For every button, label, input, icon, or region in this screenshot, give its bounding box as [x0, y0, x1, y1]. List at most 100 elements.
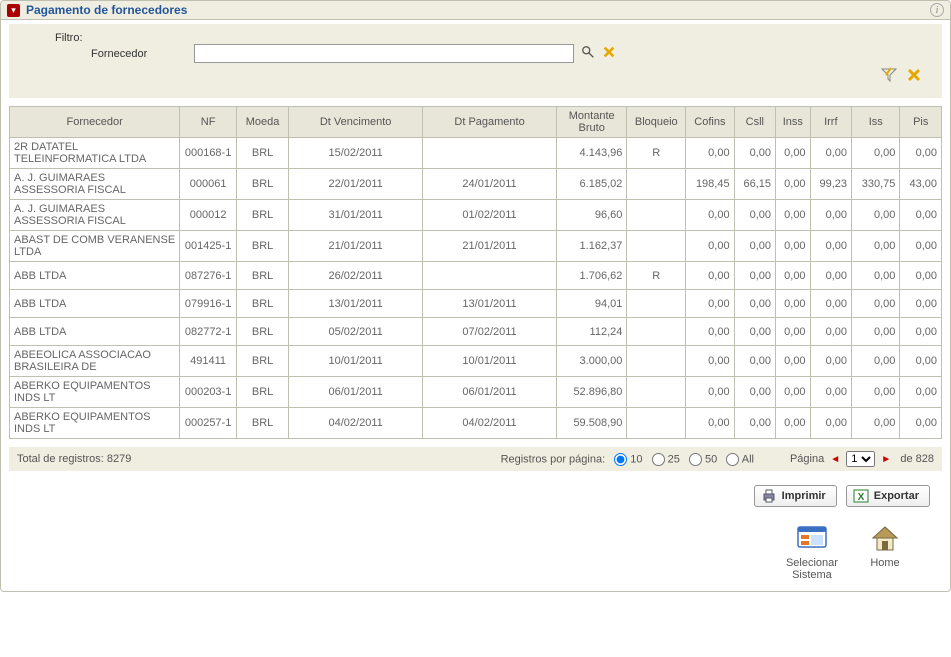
cell-nf: 001425-1	[180, 231, 237, 262]
cell-dt-pagamento: 07/02/2011	[423, 318, 557, 346]
per-page-all-label: All	[742, 453, 754, 465]
per-page-25-radio[interactable]	[652, 453, 665, 466]
export-button-label: Exportar	[874, 490, 919, 502]
reset-filter-icon[interactable]	[906, 67, 922, 86]
col-cofins[interactable]: Cofins	[686, 107, 734, 138]
filter-actions	[49, 63, 932, 90]
cell-dt-vencimento: 15/02/2011	[289, 138, 423, 169]
cell-bloqueio	[627, 290, 686, 318]
col-pis[interactable]: Pis	[900, 107, 942, 138]
supplier-payments-panel: ▾ Pagamento de fornecedores i Filtro: Fo…	[0, 0, 951, 592]
select-system-icon	[796, 523, 828, 555]
cell-nf: 000203-1	[180, 377, 237, 408]
collapse-toggle-icon[interactable]: ▾	[7, 4, 20, 17]
table-row[interactable]: ABERKO EQUIPAMENTOS INDS LT000257-1BRL04…	[10, 408, 942, 439]
cell-cofins: 0,00	[686, 377, 734, 408]
cell-iss: 0,00	[852, 262, 900, 290]
page-select[interactable]: 1	[846, 451, 875, 467]
cell-moeda: BRL	[236, 408, 288, 439]
filter-bar: Filtro: Fornecedor	[9, 24, 942, 98]
cell-iss: 0,00	[852, 377, 900, 408]
print-button-label: Imprimir	[782, 490, 826, 502]
cell-csll: 0,00	[734, 200, 775, 231]
table-row[interactable]: A. J. GUIMARAES ASSESSORIA FISCAL000012B…	[10, 200, 942, 231]
cell-irrf: 0,00	[810, 318, 851, 346]
cell-inss: 0,00	[776, 169, 811, 200]
cell-pis: 0,00	[900, 138, 942, 169]
col-nf[interactable]: NF	[180, 107, 237, 138]
per-page-50-radio[interactable]	[689, 453, 702, 466]
table-row[interactable]: ABAST DE COMB VERANENSE LTDA001425-1BRL2…	[10, 231, 942, 262]
cell-fornecedor: 2R DATATEL TELEINFORMATICA LTDA	[10, 138, 180, 169]
cell-fornecedor: A. J. GUIMARAES ASSESSORIA FISCAL	[10, 169, 180, 200]
cell-cofins: 0,00	[686, 200, 734, 231]
col-irrf[interactable]: Irrf	[810, 107, 851, 138]
printer-icon	[761, 488, 777, 504]
cell-inss: 0,00	[776, 377, 811, 408]
panel-header: ▾ Pagamento de fornecedores i	[1, 1, 950, 20]
supplier-filter-input[interactable]	[194, 44, 574, 63]
cell-montante-bruto: 4.143,96	[557, 138, 627, 169]
cell-cofins: 0,00	[686, 231, 734, 262]
cell-inss: 0,00	[776, 138, 811, 169]
cell-iss: 0,00	[852, 200, 900, 231]
nav-select-system[interactable]: Selecionar Sistema	[777, 523, 847, 581]
next-page-icon[interactable]: ►	[878, 454, 894, 465]
cell-moeda: BRL	[236, 346, 288, 377]
cell-irrf: 0,00	[810, 377, 851, 408]
export-button[interactable]: X Exportar	[846, 485, 930, 507]
cell-moeda: BRL	[236, 200, 288, 231]
apply-filter-icon[interactable]	[881, 67, 897, 86]
filter-field-label: Fornecedor	[91, 48, 191, 60]
col-iss[interactable]: Iss	[852, 107, 900, 138]
col-moeda[interactable]: Moeda	[236, 107, 288, 138]
cell-montante-bruto: 52.896,80	[557, 377, 627, 408]
cell-irrf: 0,00	[810, 200, 851, 231]
col-fornecedor[interactable]: Fornecedor	[10, 107, 180, 138]
cell-cofins: 0,00	[686, 408, 734, 439]
table-row[interactable]: ABB LTDA082772-1BRL05/02/201107/02/20111…	[10, 318, 942, 346]
action-buttons: Imprimir X Exportar	[1, 479, 950, 513]
cell-dt-pagamento: 21/01/2011	[423, 231, 557, 262]
cell-dt-pagamento: 10/01/2011	[423, 346, 557, 377]
cell-inss: 0,00	[776, 346, 811, 377]
table-row[interactable]: 2R DATATEL TELEINFORMATICA LTDA000168-1B…	[10, 138, 942, 169]
per-page-all-radio[interactable]	[726, 453, 739, 466]
col-inss[interactable]: Inss	[776, 107, 811, 138]
cell-nf: 000061	[180, 169, 237, 200]
cell-nf: 082772-1	[180, 318, 237, 346]
cell-moeda: BRL	[236, 290, 288, 318]
table-row[interactable]: ABEEOLICA ASSOCIACAO BRASILEIRA DE491411…	[10, 346, 942, 377]
clear-filter-icon[interactable]	[602, 45, 616, 62]
per-page-50-label: 50	[705, 453, 717, 465]
info-icon[interactable]: i	[930, 3, 944, 17]
table-row[interactable]: ABB LTDA079916-1BRL13/01/201113/01/20119…	[10, 290, 942, 318]
cell-moeda: BRL	[236, 138, 288, 169]
table-row[interactable]: ABB LTDA087276-1BRL26/02/20111.706,62R0,…	[10, 262, 942, 290]
cell-moeda: BRL	[236, 377, 288, 408]
print-button[interactable]: Imprimir	[754, 485, 837, 507]
cell-nf: 000012	[180, 200, 237, 231]
cell-cofins: 0,00	[686, 138, 734, 169]
col-bloqueio[interactable]: Bloqueio	[627, 107, 686, 138]
cell-irrf: 99,23	[810, 169, 851, 200]
col-csll[interactable]: Csll	[734, 107, 775, 138]
cell-inss: 0,00	[776, 290, 811, 318]
cell-iss: 0,00	[852, 138, 900, 169]
search-icon[interactable]	[581, 45, 595, 62]
nav-home[interactable]: Home	[850, 523, 920, 569]
col-dt-vencimento[interactable]: Dt Vencimento	[289, 107, 423, 138]
cell-inss: 0,00	[776, 262, 811, 290]
per-page-10-radio[interactable]	[614, 453, 627, 466]
page-label: Página	[790, 453, 824, 465]
col-montante-bruto[interactable]: Montante Bruto	[557, 107, 627, 138]
cell-pis: 0,00	[900, 318, 942, 346]
cell-fornecedor: ABB LTDA	[10, 290, 180, 318]
prev-page-icon[interactable]: ◄	[827, 454, 843, 465]
table-row[interactable]: ABERKO EQUIPAMENTOS INDS LT000203-1BRL06…	[10, 377, 942, 408]
table-row[interactable]: A. J. GUIMARAES ASSESSORIA FISCAL000061B…	[10, 169, 942, 200]
cell-pis: 0,00	[900, 262, 942, 290]
cell-dt-vencimento: 04/02/2011	[289, 408, 423, 439]
cell-iss: 0,00	[852, 408, 900, 439]
col-dt-pagamento[interactable]: Dt Pagamento	[423, 107, 557, 138]
